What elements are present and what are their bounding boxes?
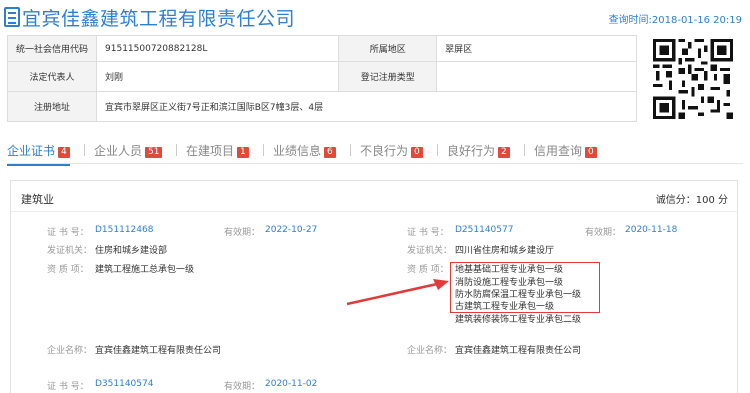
panel-title: 建筑业 [21,193,54,206]
valid-value: 2020-11-18 [625,225,678,235]
reg-type-label: 登记注册类型 [338,61,438,92]
qr-code [653,39,733,119]
address-label: 注册地址 [6,91,98,122]
tab-bad-behavior[interactable]: 不良行为 0 [360,142,423,159]
valid-value: 2020-11-02 [265,379,318,389]
credit-code-value: 91511500720882128L [96,35,340,62]
cert-no-value: D251140577 [455,225,514,235]
tab-credit-query[interactable]: 信用查询 0 [534,142,597,159]
tab-company-certs[interactable]: 企业证书 4 [7,142,70,166]
address-value: 宜宾市翠屏区正义街7号正和滨江国际B区7幢3层、4层 [96,91,637,122]
tab-ongoing-projects[interactable]: 在建项目 1 [186,142,249,159]
tab-bar: 企业证书 4 企业人员 51 在建项目 1 业绩信息 6 不良行为 0 良好行为 2 信用查… [7,142,743,166]
issuer-label: 发证机关： [47,246,93,256]
valid-value: 2022-10-27 [265,225,318,235]
valid-label: 有效期： [224,228,261,238]
tab-separator [437,144,438,156]
qual-label: 资 质 项： [47,265,89,275]
annotation-arrow-icon [346,279,449,306]
tab-count-badge: 51 [145,147,163,158]
company-title: 宜宾佳鑫建筑工程有限责任公司 [22,8,296,30]
company-name-label: 企业名称： [407,346,453,356]
tab-separator [176,144,177,156]
region-label: 所属地区 [338,35,438,62]
legal-rep-label: 法定代表人 [6,61,98,92]
issuer-value: 住房和城乡建设部 [95,246,168,256]
cert-no-value: D351140574 [95,379,154,389]
tab-count-badge: 6 [324,147,336,158]
tab-count-badge: 1 [237,147,249,158]
tab-count-badge: 2 [498,147,510,158]
cert-no-label: 证 书 号： [47,382,89,392]
company-name-value: 宜宾佳鑫建筑工程有限责任公司 [95,346,222,356]
tab-performance[interactable]: 业绩信息 6 [273,142,336,159]
company-info-table: 统一社会信用代码 91511500720882128L 所属地区 翠屏区 法定代… [6,35,637,122]
tab-separator [524,144,525,156]
tab-company-staff[interactable]: 企业人员 51 [94,142,163,159]
tab-separator [350,144,351,156]
cert-no-label: 证 书 号： [47,228,89,238]
credit-code-label: 统一社会信用代码 [6,35,98,62]
tab-good-behavior[interactable]: 良好行为 2 [447,142,510,159]
query-time: 查询时间:2018-01-16 20:19 [608,15,742,26]
qual-label: 资 质 项： [407,265,449,275]
tab-count-badge: 0 [411,147,423,158]
qual-item: 建筑工程施工总承包一级 [95,265,195,275]
highlight-box [450,262,600,313]
tab-count-badge: 4 [58,147,70,158]
page-header: 宜宾佳鑫建筑工程有限责任公司 查询时间:2018-01-16 20:19 [0,0,750,36]
region-value: 翠屏区 [436,35,637,62]
company-name-value: 宜宾佳鑫建筑工程有限责任公司 [455,346,582,356]
reg-type-value [436,61,637,92]
tab-count-badge: 0 [585,147,597,158]
divider [11,211,737,212]
tab-separator [84,144,85,156]
qual-item: 建筑装修装饰工程专业承包二级 [455,315,582,325]
issuer-value: 四川省住房和城乡建设厅 [455,246,555,256]
building-icon [4,7,20,27]
valid-label: 有效期： [585,228,622,238]
company-name-label: 企业名称： [47,346,93,356]
valid-label: 有效期： [224,382,261,392]
cert-no-value: D151112468 [95,225,154,235]
credit-score: 诚信分：100 分 [655,195,728,206]
legal-rep-value: 刘刚 [96,61,340,92]
issuer-label: 发证机关： [407,246,453,256]
tab-separator [263,144,264,156]
cert-no-label: 证 书 号： [407,228,449,238]
